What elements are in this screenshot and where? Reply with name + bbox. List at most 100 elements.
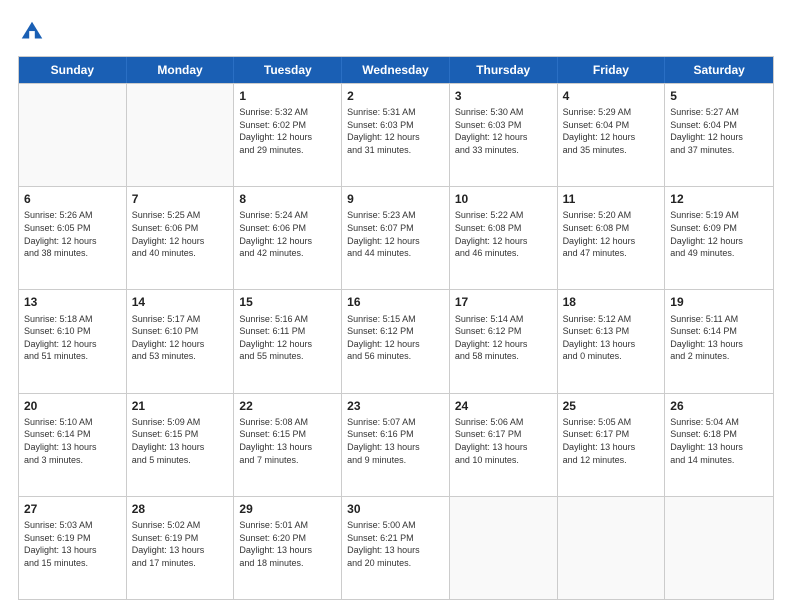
- calendar-cell: 24Sunrise: 5:06 AM Sunset: 6:17 PM Dayli…: [450, 394, 558, 496]
- day-number: 11: [563, 191, 660, 207]
- header-day-tuesday: Tuesday: [234, 57, 342, 83]
- day-number: 21: [132, 398, 229, 414]
- day-number: 13: [24, 294, 121, 310]
- calendar-cell: 28 Sunrise: 5:02 AM Sunset: 6:19 PM Dayli…: [127, 497, 235, 599]
- calendar: SundayMondayTuesdayWednesdayThursdayFrid…: [18, 56, 774, 600]
- day-number: 4: [563, 88, 660, 104]
- page: SundayMondayTuesdayWednesdayThursdayFrid…: [0, 0, 792, 612]
- day-number: 6: [24, 191, 121, 207]
- day-number: 16: [347, 294, 444, 310]
- day-number: 10: [455, 191, 552, 207]
- cell-info: Sunrise: 5:04 AM Sunset: 6:18 PM Dayligh…: [670, 416, 768, 466]
- calendar-cell: 2 Sunrise: 5:31 AM Sunset: 6:03 PM Daylig…: [342, 84, 450, 186]
- cell-info: Sunrise: 5:02 AM Sunset: 6:19 PM Dayligh…: [132, 519, 229, 569]
- cell-info: Sunrise: 5:18 AM Sunset: 6:10 PM Dayligh…: [24, 313, 121, 363]
- cell-info: Sunrise: 5:00 AM Sunset: 6:21 PM Dayligh…: [347, 519, 444, 569]
- calendar-cell: 30Sunrise: 5:00 AM Sunset: 6:21 PM Dayli…: [342, 497, 450, 599]
- calendar-cell: 22Sunrise: 5:08 AM Sunset: 6:15 PM Dayli…: [234, 394, 342, 496]
- day-number: 24: [455, 398, 552, 414]
- calendar-cell: 18 Sunrise: 5:12 AM Sunset: 6:13 PM Dayli…: [558, 290, 666, 392]
- cell-info: Sunrise: 5:05 AM Sunset: 6:17 PM Dayligh…: [563, 416, 660, 466]
- day-number: 14: [132, 294, 229, 310]
- header-day-saturday: Saturday: [665, 57, 773, 83]
- calendar-cell: 9 Sunrise: 5:23 AM Sunset: 6:07 PM Daylig…: [342, 187, 450, 289]
- calendar-row-2: 13 Sunrise: 5:18 AM Sunset: 6:10 PM Dayli…: [19, 289, 773, 392]
- day-number: 15: [239, 294, 336, 310]
- calendar-cell: [127, 84, 235, 186]
- day-number: 7: [132, 191, 229, 207]
- cell-info: Sunrise: 5:08 AM Sunset: 6:15 PM Dayligh…: [239, 416, 336, 466]
- calendar-cell: 1Sunrise: 5:32 AM Sunset: 6:02 PM Daylig…: [234, 84, 342, 186]
- day-number: 17: [455, 294, 552, 310]
- header-day-wednesday: Wednesday: [342, 57, 450, 83]
- calendar-row-1: 6 Sunrise: 5:26 AM Sunset: 6:05 PM Daylig…: [19, 186, 773, 289]
- calendar-cell: [450, 497, 558, 599]
- cell-info: Sunrise: 5:25 AM Sunset: 6:06 PM Dayligh…: [132, 209, 229, 259]
- calendar-cell: 16 Sunrise: 5:15 AM Sunset: 6:12 PM Dayli…: [342, 290, 450, 392]
- day-number: 9: [347, 191, 444, 207]
- cell-info: Sunrise: 5:15 AM Sunset: 6:12 PM Dayligh…: [347, 313, 444, 363]
- header-day-friday: Friday: [558, 57, 666, 83]
- cell-info: Sunrise: 5:10 AM Sunset: 6:14 PM Dayligh…: [24, 416, 121, 466]
- calendar-body: 1Sunrise: 5:32 AM Sunset: 6:02 PM Daylig…: [19, 83, 773, 599]
- calendar-cell: 21 Sunrise: 5:09 AM Sunset: 6:15 PM Dayli…: [127, 394, 235, 496]
- cell-info: Sunrise: 5:22 AM Sunset: 6:08 PM Dayligh…: [455, 209, 552, 259]
- calendar-cell: 25 Sunrise: 5:05 AM Sunset: 6:17 PM Dayli…: [558, 394, 666, 496]
- logo: [18, 18, 50, 46]
- cell-info: Sunrise: 5:23 AM Sunset: 6:07 PM Dayligh…: [347, 209, 444, 259]
- cell-info: Sunrise: 5:14 AM Sunset: 6:12 PM Dayligh…: [455, 313, 552, 363]
- calendar-cell: 14 Sunrise: 5:17 AM Sunset: 6:10 PM Dayli…: [127, 290, 235, 392]
- calendar-cell: 23 Sunrise: 5:07 AM Sunset: 6:16 PM Dayli…: [342, 394, 450, 496]
- day-number: 5: [670, 88, 768, 104]
- calendar-cell: 26 Sunrise: 5:04 AM Sunset: 6:18 PM Dayli…: [665, 394, 773, 496]
- day-number: 8: [239, 191, 336, 207]
- day-number: 20: [24, 398, 121, 414]
- cell-info: Sunrise: 5:01 AM Sunset: 6:20 PM Dayligh…: [239, 519, 336, 569]
- cell-info: Sunrise: 5:16 AM Sunset: 6:11 PM Dayligh…: [239, 313, 336, 363]
- header-day-monday: Monday: [127, 57, 235, 83]
- day-number: 26: [670, 398, 768, 414]
- calendar-header: SundayMondayTuesdayWednesdayThursdayFrid…: [19, 57, 773, 83]
- logo-icon: [18, 18, 46, 46]
- cell-info: Sunrise: 5:26 AM Sunset: 6:05 PM Dayligh…: [24, 209, 121, 259]
- cell-info: Sunrise: 5:11 AM Sunset: 6:14 PM Dayligh…: [670, 313, 768, 363]
- calendar-cell: 8 Sunrise: 5:24 AM Sunset: 6:06 PM Daylig…: [234, 187, 342, 289]
- calendar-cell: 3 Sunrise: 5:30 AM Sunset: 6:03 PM Daylig…: [450, 84, 558, 186]
- cell-info: Sunrise: 5:27 AM Sunset: 6:04 PM Dayligh…: [670, 106, 768, 156]
- calendar-cell: 29 Sunrise: 5:01 AM Sunset: 6:20 PM Dayli…: [234, 497, 342, 599]
- calendar-cell: 7 Sunrise: 5:25 AM Sunset: 6:06 PM Daylig…: [127, 187, 235, 289]
- day-number: 2: [347, 88, 444, 104]
- cell-info: Sunrise: 5:12 AM Sunset: 6:13 PM Dayligh…: [563, 313, 660, 363]
- header-day-sunday: Sunday: [19, 57, 127, 83]
- day-number: 18: [563, 294, 660, 310]
- cell-info: Sunrise: 5:31 AM Sunset: 6:03 PM Dayligh…: [347, 106, 444, 156]
- calendar-cell: 10 Sunrise: 5:22 AM Sunset: 6:08 PM Dayli…: [450, 187, 558, 289]
- day-number: 25: [563, 398, 660, 414]
- calendar-cell: 13 Sunrise: 5:18 AM Sunset: 6:10 PM Dayli…: [19, 290, 127, 392]
- cell-info: Sunrise: 5:24 AM Sunset: 6:06 PM Dayligh…: [239, 209, 336, 259]
- calendar-row-4: 27 Sunrise: 5:03 AM Sunset: 6:19 PM Dayli…: [19, 496, 773, 599]
- cell-info: Sunrise: 5:30 AM Sunset: 6:03 PM Dayligh…: [455, 106, 552, 156]
- cell-info: Sunrise: 5:09 AM Sunset: 6:15 PM Dayligh…: [132, 416, 229, 466]
- cell-info: Sunrise: 5:07 AM Sunset: 6:16 PM Dayligh…: [347, 416, 444, 466]
- calendar-cell: 17 Sunrise: 5:14 AM Sunset: 6:12 PM Dayli…: [450, 290, 558, 392]
- calendar-cell: [558, 497, 666, 599]
- calendar-cell: 19Sunrise: 5:11 AM Sunset: 6:14 PM Dayli…: [665, 290, 773, 392]
- cell-info: Sunrise: 5:29 AM Sunset: 6:04 PM Dayligh…: [563, 106, 660, 156]
- calendar-cell: [19, 84, 127, 186]
- day-number: 23: [347, 398, 444, 414]
- cell-info: Sunrise: 5:17 AM Sunset: 6:10 PM Dayligh…: [132, 313, 229, 363]
- cell-info: Sunrise: 5:03 AM Sunset: 6:19 PM Dayligh…: [24, 519, 121, 569]
- calendar-cell: 20 Sunrise: 5:10 AM Sunset: 6:14 PM Dayli…: [19, 394, 127, 496]
- calendar-cell: [665, 497, 773, 599]
- cell-info: Sunrise: 5:20 AM Sunset: 6:08 PM Dayligh…: [563, 209, 660, 259]
- day-number: 27: [24, 501, 121, 517]
- calendar-row-0: 1Sunrise: 5:32 AM Sunset: 6:02 PM Daylig…: [19, 83, 773, 186]
- day-number: 3: [455, 88, 552, 104]
- day-number: 29: [239, 501, 336, 517]
- header: [18, 18, 774, 46]
- day-number: 28: [132, 501, 229, 517]
- day-number: 1: [239, 88, 336, 104]
- calendar-cell: 4 Sunrise: 5:29 AM Sunset: 6:04 PM Daylig…: [558, 84, 666, 186]
- calendar-cell: 6 Sunrise: 5:26 AM Sunset: 6:05 PM Daylig…: [19, 187, 127, 289]
